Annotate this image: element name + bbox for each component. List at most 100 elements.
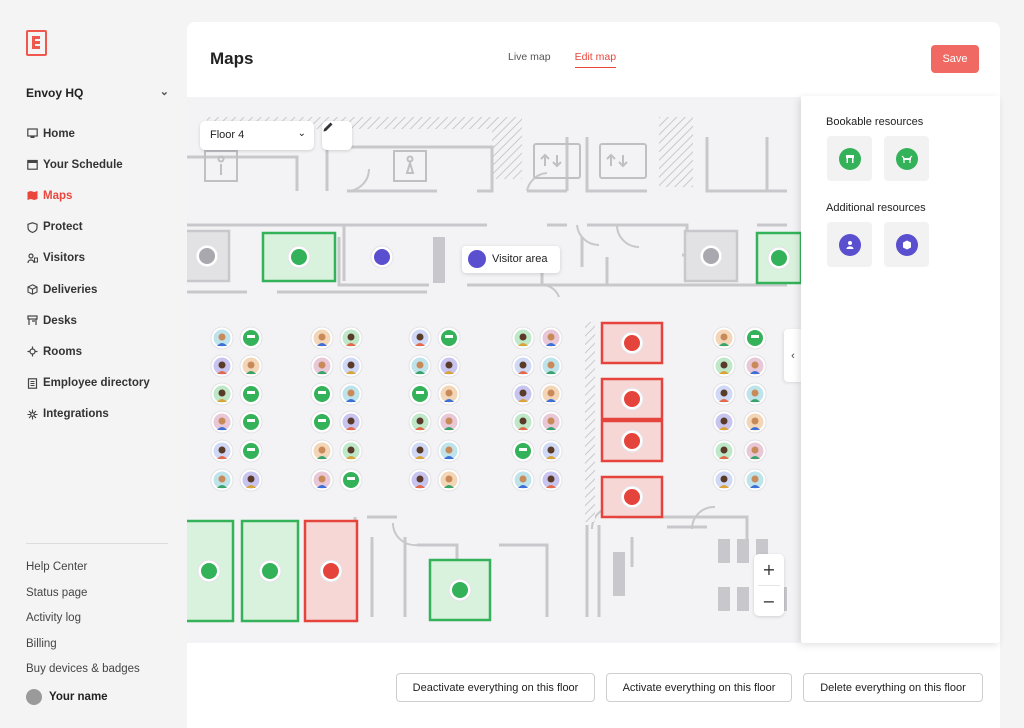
- avatar-face[interactable]: [445, 361, 453, 369]
- desk-icon-glyph[interactable]: [247, 419, 255, 422]
- avatar-face[interactable]: [720, 417, 728, 425]
- user-menu[interactable]: Your name: [26, 689, 108, 705]
- sidebar-item-integrations[interactable]: Integrations: [26, 399, 150, 430]
- sidebar-item-desks[interactable]: Desks: [26, 305, 150, 336]
- avatar-face[interactable]: [318, 361, 326, 369]
- zoom-in-button[interactable]: +: [754, 554, 784, 585]
- avatar-face[interactable]: [347, 361, 355, 369]
- avatar-face[interactable]: [720, 361, 728, 369]
- room-icon[interactable]: [624, 335, 640, 351]
- avatar-face[interactable]: [751, 446, 759, 454]
- room-icon[interactable]: [771, 250, 787, 266]
- desk-icon-glyph[interactable]: [318, 419, 326, 422]
- deactivate-floor-button[interactable]: Deactivate everything on this floor: [396, 673, 595, 702]
- edit-floor-button[interactable]: [322, 121, 352, 150]
- sidebar-item-employee-directory[interactable]: Employee directory: [26, 368, 150, 399]
- avatar-face[interactable]: [318, 475, 326, 483]
- avatar-face[interactable]: [519, 333, 527, 341]
- room-icon[interactable]: [262, 563, 278, 579]
- billing-link[interactable]: Billing: [26, 633, 140, 659]
- avatar-face[interactable]: [347, 389, 355, 397]
- avatar-face[interactable]: [751, 361, 759, 369]
- avatar-face[interactable]: [318, 333, 326, 341]
- room-icon[interactable]: [703, 248, 719, 264]
- avatar-face[interactable]: [416, 361, 424, 369]
- room-icon[interactable]: [452, 582, 468, 598]
- avatar-face[interactable]: [720, 389, 728, 397]
- sidebar-item-visitors[interactable]: Visitors: [26, 243, 150, 274]
- avatar-face[interactable]: [519, 475, 527, 483]
- desk-icon-glyph[interactable]: [347, 477, 355, 480]
- room-icon[interactable]: [624, 433, 640, 449]
- help-center-link[interactable]: Help Center: [26, 556, 140, 582]
- zoom-out-button[interactable]: −: [754, 586, 784, 617]
- tab-edit-map[interactable]: Edit map: [574, 51, 617, 68]
- visitor-area-resource[interactable]: [827, 222, 872, 267]
- avatar-face[interactable]: [218, 389, 226, 397]
- sidebar-item-home[interactable]: Home: [26, 118, 150, 149]
- save-button[interactable]: Save: [931, 45, 979, 73]
- sidebar-item-protect[interactable]: Protect: [26, 212, 150, 243]
- bookable-desk-resource[interactable]: [827, 136, 872, 181]
- desk-icon-glyph[interactable]: [445, 335, 453, 338]
- desk-icon-glyph[interactable]: [519, 448, 527, 451]
- avatar-face[interactable]: [416, 333, 424, 341]
- avatar-face[interactable]: [416, 446, 424, 454]
- room-icon[interactable]: [199, 248, 215, 264]
- avatar-face[interactable]: [347, 417, 355, 425]
- avatar-face[interactable]: [416, 475, 424, 483]
- avatar-face[interactable]: [751, 389, 759, 397]
- avatar-face[interactable]: [519, 389, 527, 397]
- avatar-face[interactable]: [347, 333, 355, 341]
- avatar-face[interactable]: [547, 389, 555, 397]
- avatar-face[interactable]: [720, 446, 728, 454]
- desk-icon-glyph[interactable]: [247, 391, 255, 394]
- avatar-face[interactable]: [218, 361, 226, 369]
- avatar-face[interactable]: [751, 417, 759, 425]
- delete-floor-button[interactable]: Delete everything on this floor: [803, 673, 983, 702]
- avatar-face[interactable]: [445, 417, 453, 425]
- avatar-face[interactable]: [218, 333, 226, 341]
- avatar-face[interactable]: [720, 475, 728, 483]
- avatar-face[interactable]: [547, 361, 555, 369]
- avatar-face[interactable]: [519, 417, 527, 425]
- avatar-face[interactable]: [218, 446, 226, 454]
- desk-icon-glyph[interactable]: [751, 335, 759, 338]
- floor-selector[interactable]: Floor 4 ⌄: [200, 121, 314, 150]
- avatar-face[interactable]: [547, 446, 555, 454]
- activate-floor-button[interactable]: Activate everything on this floor: [606, 673, 792, 702]
- avatar-face[interactable]: [445, 475, 453, 483]
- tab-live-map[interactable]: Live map: [508, 51, 551, 68]
- avatar-face[interactable]: [247, 475, 255, 483]
- bookable-room-resource[interactable]: [884, 136, 929, 181]
- avatar-face[interactable]: [720, 333, 728, 341]
- sidebar-item-maps[interactable]: Maps: [26, 180, 150, 211]
- avatar-face[interactable]: [547, 333, 555, 341]
- avatar-face[interactable]: [547, 475, 555, 483]
- desk-icon-glyph[interactable]: [416, 391, 424, 394]
- room-icon[interactable]: [291, 249, 307, 265]
- status-page-link[interactable]: Status page: [26, 582, 140, 608]
- avatar-face[interactable]: [445, 446, 453, 454]
- avatar-face[interactable]: [416, 417, 424, 425]
- collapse-panel-button[interactable]: ‹: [784, 329, 802, 382]
- room-icon[interactable]: [624, 391, 640, 407]
- desk-icon-glyph[interactable]: [318, 391, 326, 394]
- avatar-face[interactable]: [318, 446, 326, 454]
- avatar-face[interactable]: [547, 417, 555, 425]
- envoy-logo[interactable]: [26, 30, 47, 56]
- avatar-face[interactable]: [218, 475, 226, 483]
- avatar-face[interactable]: [751, 475, 759, 483]
- sidebar-item-your-schedule[interactable]: Your Schedule: [26, 149, 150, 180]
- sidebar-item-rooms[interactable]: Rooms: [26, 336, 150, 367]
- room-icon[interactable]: [323, 563, 339, 579]
- buy-devices-link[interactable]: Buy devices & badges: [26, 658, 140, 684]
- desk-icon-glyph[interactable]: [247, 448, 255, 451]
- room-icon[interactable]: [201, 563, 217, 579]
- delivery-area-resource[interactable]: [884, 222, 929, 267]
- room-icon[interactable]: [624, 489, 640, 505]
- avatar-face[interactable]: [218, 417, 226, 425]
- avatar-face[interactable]: [519, 361, 527, 369]
- sidebar-item-deliveries[interactable]: Deliveries: [26, 274, 150, 305]
- activity-log-link[interactable]: Activity log: [26, 607, 140, 633]
